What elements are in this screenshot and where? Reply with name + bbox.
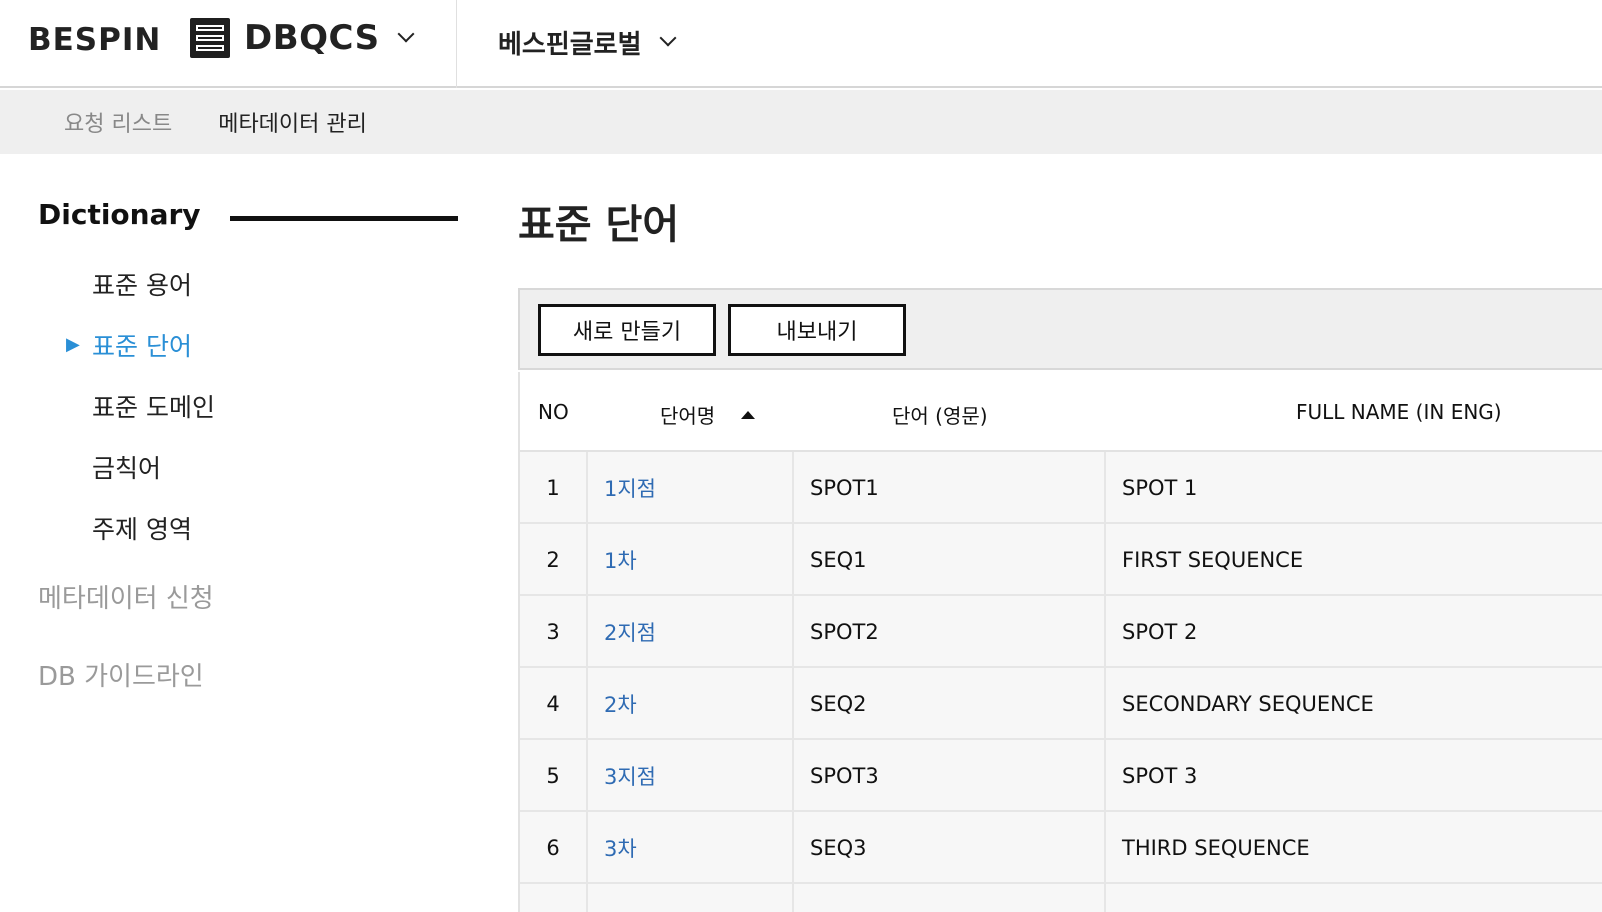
table-body: 1 1지점 SPOT1 SPOT 1 2 1차 SEQ1 FIRST SEQUE… bbox=[520, 452, 1602, 912]
sidebar-item-forbidden-words[interactable]: 금칙어 bbox=[92, 449, 161, 485]
table-row[interactable]: 3 2지점 SPOT2 SPOT 2 bbox=[520, 596, 1602, 668]
cell-word-eng bbox=[792, 884, 1104, 912]
column-header-word-eng[interactable]: 단어 (영문) bbox=[892, 400, 988, 429]
table-row[interactable]: 6 3차 SEQ3 THIRD SEQUENCE bbox=[520, 812, 1602, 884]
cell-no: 1 bbox=[546, 476, 560, 500]
word-name-link[interactable]: 1차 bbox=[604, 545, 637, 575]
table-row[interactable] bbox=[520, 884, 1602, 912]
cell-word-eng: SPOT2 bbox=[792, 596, 1104, 668]
word-name-link[interactable]: 2지점 bbox=[604, 617, 656, 647]
table-row[interactable]: 4 2차 SEQ2 SECONDARY SEQUENCE bbox=[520, 668, 1602, 740]
cell-word-eng: SEQ3 bbox=[792, 812, 1104, 884]
word-name-link[interactable]: 3차 bbox=[604, 833, 637, 863]
subnav-item-metadata-management[interactable]: 메타데이터 관리 bbox=[218, 106, 367, 138]
sidebar-section-title: Dictionary bbox=[38, 198, 201, 231]
cell-no: 3 bbox=[546, 620, 560, 644]
app-switcher[interactable]: DBQCS bbox=[190, 16, 415, 60]
cell-word-name: 1지점 bbox=[586, 452, 792, 524]
app-name: DBQCS bbox=[244, 18, 380, 58]
column-header-no[interactable]: NO bbox=[538, 400, 569, 424]
sub-navigation: 요청 리스트 메타데이터 관리 bbox=[0, 90, 1602, 154]
org-switcher[interactable]: 베스핀글로벌 bbox=[498, 22, 677, 62]
sidebar-item-standard-domain[interactable]: 표준 도메인 bbox=[92, 388, 215, 424]
word-name-link[interactable]: 2차 bbox=[604, 689, 637, 719]
cell-word-name: 3지점 bbox=[586, 740, 792, 812]
chevron-down-icon bbox=[397, 25, 415, 43]
cell-word-name bbox=[586, 884, 792, 912]
brand-logo[interactable]: BESPIN bbox=[28, 22, 161, 58]
cell-no: 2 bbox=[546, 548, 560, 572]
cell-word-eng: SEQ1 bbox=[792, 524, 1104, 596]
subnav-item-request-list[interactable]: 요청 리스트 bbox=[64, 106, 172, 138]
cell-no: 5 bbox=[546, 764, 560, 788]
active-marker-icon: ▶ bbox=[66, 334, 80, 355]
column-header-full-name[interactable]: FULL NAME (IN ENG) bbox=[1296, 400, 1502, 424]
sidebar: Dictionary 표준 용어 ▶ 표준 단어 표준 도메인 금칙어 주제 영… bbox=[0, 154, 470, 912]
cell-word-eng: SPOT3 bbox=[792, 740, 1104, 812]
cell-full-name: SPOT 2 bbox=[1104, 596, 1602, 668]
column-header-word-name[interactable]: 단어명 bbox=[660, 400, 756, 429]
sidebar-item-standard-word[interactable]: 표준 단어 bbox=[92, 327, 192, 363]
standard-word-table: NO 단어명 단어 (영문) FULL NAME (IN ENG) 1 1지점 … bbox=[518, 372, 1602, 912]
cell-no: 6 bbox=[546, 836, 560, 860]
cell-full-name: SPOT 3 bbox=[1104, 740, 1602, 812]
cell-no bbox=[520, 884, 586, 912]
cell-full-name: SECONDARY SEQUENCE bbox=[1104, 668, 1602, 740]
cell-word-name: 1차 bbox=[586, 524, 792, 596]
cell-full-name: THIRD SEQUENCE bbox=[1104, 812, 1602, 884]
sidebar-item-subject-area[interactable]: 주제 영역 bbox=[92, 510, 192, 546]
cell-word-name: 2지점 bbox=[586, 596, 792, 668]
cell-word-name: 2차 bbox=[586, 668, 792, 740]
cell-word-eng: SEQ2 bbox=[792, 668, 1104, 740]
column-header-word-name-label: 단어명 bbox=[660, 404, 716, 428]
table-toolbar: 새로 만들기 내보내기 bbox=[518, 288, 1602, 370]
chevron-down-icon bbox=[659, 29, 677, 47]
cell-full-name: FIRST SEQUENCE bbox=[1104, 524, 1602, 596]
word-name-link[interactable]: 3지점 bbox=[604, 761, 656, 791]
table-row[interactable]: 2 1차 SEQ1 FIRST SEQUENCE bbox=[520, 524, 1602, 596]
cell-word-name: 3차 bbox=[586, 812, 792, 884]
create-new-button[interactable]: 새로 만들기 bbox=[538, 304, 716, 356]
top-header: BESPIN DBQCS 베스핀글로벌 bbox=[0, 0, 1602, 88]
sidebar-item-standard-term[interactable]: 표준 용어 bbox=[92, 266, 192, 302]
sort-ascending-icon[interactable] bbox=[741, 410, 756, 419]
table-row[interactable]: 1 1지점 SPOT1 SPOT 1 bbox=[520, 452, 1602, 524]
table-header: NO 단어명 단어 (영문) FULL NAME (IN ENG) bbox=[520, 372, 1602, 452]
cell-no: 4 bbox=[546, 692, 560, 716]
database-server-icon bbox=[190, 18, 230, 58]
table-row[interactable]: 5 3지점 SPOT3 SPOT 3 bbox=[520, 740, 1602, 812]
sidebar-group-metadata-request[interactable]: 메타데이터 신청 bbox=[38, 578, 214, 615]
word-name-link[interactable]: 1지점 bbox=[604, 473, 656, 503]
cell-full-name: SPOT 1 bbox=[1104, 452, 1602, 524]
org-name: 베스핀글로벌 bbox=[498, 29, 642, 60]
export-button[interactable]: 내보내기 bbox=[728, 304, 906, 356]
sidebar-group-db-guideline[interactable]: DB 가이드라인 bbox=[38, 656, 204, 693]
page-title: 표준 단어 bbox=[518, 202, 680, 248]
header-divider bbox=[456, 0, 457, 88]
section-divider bbox=[230, 216, 458, 221]
cell-full-name bbox=[1104, 884, 1602, 912]
cell-word-eng: SPOT1 bbox=[792, 452, 1104, 524]
